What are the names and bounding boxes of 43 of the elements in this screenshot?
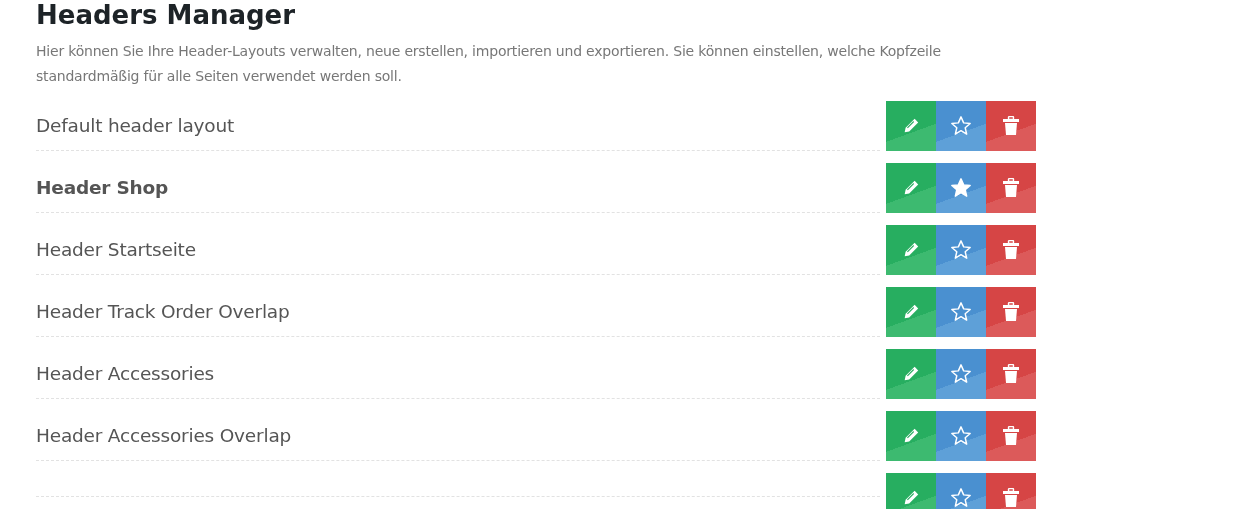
- header-name: Header Accessories: [36, 361, 215, 386]
- delete-button[interactable]: [986, 101, 1036, 152]
- set-default-button[interactable]: [936, 287, 986, 338]
- set-default-button[interactable]: [936, 101, 986, 152]
- edit-button[interactable]: [886, 287, 936, 338]
- star-icon: [950, 115, 972, 138]
- trash-icon: [1003, 426, 1019, 447]
- header-name: Header Accessories Overlap: [36, 423, 292, 448]
- set-default-button[interactable]: [936, 225, 986, 276]
- edit-button[interactable]: [886, 163, 936, 214]
- delete-button[interactable]: [986, 287, 1036, 338]
- header-name: Default header layout: [36, 113, 235, 138]
- set-default-button[interactable]: [936, 349, 986, 400]
- trash-icon: [1003, 302, 1019, 323]
- delete-button[interactable]: [986, 411, 1036, 462]
- set-default-button[interactable]: [936, 473, 986, 510]
- delete-button[interactable]: [986, 225, 1036, 276]
- delete-button[interactable]: [986, 349, 1036, 400]
- edit-button[interactable]: [886, 473, 936, 510]
- trash-icon: [1003, 240, 1019, 261]
- star-icon: [950, 425, 972, 448]
- set-default-button[interactable]: [936, 411, 986, 462]
- delete-button[interactable]: [986, 163, 1036, 214]
- header-name: Header Track Order Overlap: [36, 299, 290, 324]
- header-name: Header Startseite: [36, 237, 196, 262]
- page-title: Headers Manager: [36, 0, 297, 32]
- description: Hier können Sie Ihre Header-Layouts verwalten, neue erstellen, importieren und exportieren. Sie können einstellen, welche Kopfzeile standardmäßig für alle Seiten verwendet werden soll.: [36, 42, 942, 87]
- edit-button[interactable]: [886, 101, 936, 152]
- edit-button[interactable]: [886, 349, 936, 400]
- trash-icon: [1003, 364, 1019, 385]
- trash-icon: [1003, 488, 1019, 509]
- star-icon: [950, 177, 972, 200]
- edit-button[interactable]: [886, 411, 936, 462]
- star-icon: [950, 487, 972, 510]
- star-icon: [950, 363, 972, 386]
- trash-icon: [1003, 116, 1019, 137]
- set-default-button[interactable]: [936, 163, 986, 214]
- trash-icon: [1003, 178, 1019, 199]
- edit-button[interactable]: [886, 225, 936, 276]
- header-name: Header Shop: [36, 175, 169, 200]
- delete-button[interactable]: [986, 473, 1036, 510]
- star-icon: [950, 301, 972, 324]
- star-icon: [950, 239, 972, 262]
